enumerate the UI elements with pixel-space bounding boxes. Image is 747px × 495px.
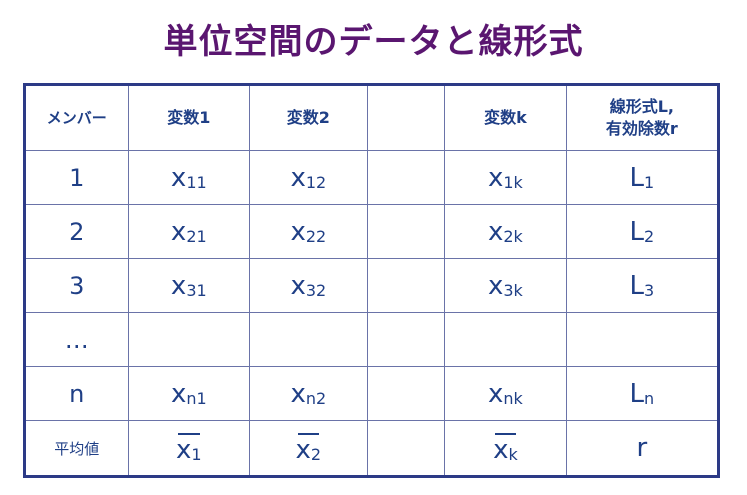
cell-base: x xyxy=(170,216,187,247)
cell-linear: L1 xyxy=(565,150,720,205)
cell-sub: 21 xyxy=(186,226,207,246)
header-linear-form-line1: 線形式L, xyxy=(609,97,674,117)
cell-linear: L3 xyxy=(565,258,720,313)
page-title: 単位空間のデータと線形式 xyxy=(163,22,584,62)
cell-base: x xyxy=(170,162,187,193)
cell-var2: x32 xyxy=(249,258,368,313)
cell-base: x xyxy=(493,435,509,465)
cell-sub: 12 xyxy=(305,172,327,192)
cell-base: x xyxy=(290,216,306,247)
cell-sub: n xyxy=(644,388,655,408)
cell-var1: x31 xyxy=(127,258,251,313)
cell-sub: 1k xyxy=(503,172,523,192)
cell-base: x xyxy=(487,216,504,247)
cell-linear: L2 xyxy=(565,204,720,259)
cell-base: L xyxy=(629,162,644,193)
header-vark: 変数k xyxy=(444,84,567,151)
cell-sub: 32 xyxy=(305,280,327,300)
cell-var2 xyxy=(249,312,368,367)
cell-sub: 1 xyxy=(643,172,655,192)
mean-var1: x1 xyxy=(127,420,251,477)
row-label: 2 xyxy=(24,204,129,259)
header-gap xyxy=(366,84,446,151)
mean-row: 平均値 x1 x2 xk r xyxy=(24,420,720,477)
cell-vark: xnk xyxy=(444,366,567,421)
mean-var2: x2 xyxy=(249,420,368,477)
cell-sub: 2k xyxy=(503,226,523,246)
cell-base: L xyxy=(629,270,644,301)
cell-base: x xyxy=(295,435,311,465)
table-row: … xyxy=(24,312,720,367)
table-row: 2 x21 x22 x2k L2 xyxy=(24,204,720,259)
cell-base: x xyxy=(176,435,192,465)
cell-base: x xyxy=(170,378,187,409)
cell-var1: x21 xyxy=(127,204,251,259)
header-member: メンバー xyxy=(24,84,129,151)
cell-gap xyxy=(366,204,446,259)
cell-sub: 3 xyxy=(643,280,655,300)
cell-base: x xyxy=(290,162,306,193)
cell-base: L xyxy=(629,216,644,247)
cell-var1 xyxy=(127,312,251,367)
cell-sub: nk xyxy=(503,388,523,408)
cell-gap xyxy=(366,366,446,421)
data-table: メンバー 変数1 変数2 変数k 線形式L, 有効除数r 1 x11 x12 x… xyxy=(23,83,720,478)
header-var1: 変数1 xyxy=(127,84,251,151)
cell-sub: n2 xyxy=(305,388,327,408)
cell-sub: 1 xyxy=(191,445,202,464)
cell-sub: 11 xyxy=(186,172,207,192)
header-linear-form: 線形式L, 有効除数r xyxy=(565,84,720,151)
cell-vark: x1k xyxy=(444,150,567,205)
overline-mark: x1 xyxy=(176,431,202,465)
cell-gap xyxy=(366,150,446,205)
cell-base: x xyxy=(488,378,504,409)
mean-linear: r xyxy=(565,420,720,477)
cell-var1: xn1 xyxy=(127,366,251,421)
cell-sub: 22 xyxy=(305,226,327,246)
mean-gap xyxy=(366,420,446,477)
header-var2: 変数2 xyxy=(249,84,368,151)
table-row: n xn1 xn2 xnk Ln xyxy=(24,366,720,421)
cell-base: x xyxy=(487,162,504,193)
table-row: 3 x31 x32 x3k L3 xyxy=(24,258,720,313)
cell-base: L xyxy=(629,378,645,409)
cell-vark xyxy=(444,312,567,367)
header-row: メンバー 変数1 変数2 変数k 線形式L, 有効除数r xyxy=(24,84,720,151)
cell-gap xyxy=(366,312,446,367)
header-linear-form-line2: 有効除数r xyxy=(605,119,678,138)
mean-vark: xk xyxy=(444,420,567,477)
overline-mark: x2 xyxy=(295,431,322,465)
cell-linear xyxy=(565,312,720,367)
table-row: 1 x11 x12 x1k L1 xyxy=(24,150,720,205)
row-label: 3 xyxy=(24,258,129,313)
cell-base: x xyxy=(290,378,306,409)
cell-vark: x2k xyxy=(444,204,567,259)
cell-base: x xyxy=(487,270,504,301)
row-label: 1 xyxy=(24,150,129,205)
cell-var2: xn2 xyxy=(249,366,368,421)
cell-sub: 2 xyxy=(643,226,655,246)
cell-sub: 3k xyxy=(503,280,523,300)
cell-sub: 31 xyxy=(186,280,207,300)
cell-sub: k xyxy=(508,445,518,464)
cell-linear: Ln xyxy=(565,366,720,421)
cell-sub: 2 xyxy=(310,445,322,464)
overline-mark: xk xyxy=(493,431,518,465)
row-label: n xyxy=(24,366,129,421)
mean-row-label: 平均値 xyxy=(24,420,129,477)
cell-var2: x12 xyxy=(249,150,368,205)
row-label-ellipsis: … xyxy=(24,312,129,367)
cell-gap xyxy=(366,258,446,313)
cell-var1: x11 xyxy=(127,150,251,205)
cell-base: x xyxy=(290,270,306,301)
cell-sub: n1 xyxy=(186,388,207,408)
cell-base: x xyxy=(170,270,187,301)
cell-vark: x3k xyxy=(444,258,567,313)
cell-var2: x22 xyxy=(249,204,368,259)
